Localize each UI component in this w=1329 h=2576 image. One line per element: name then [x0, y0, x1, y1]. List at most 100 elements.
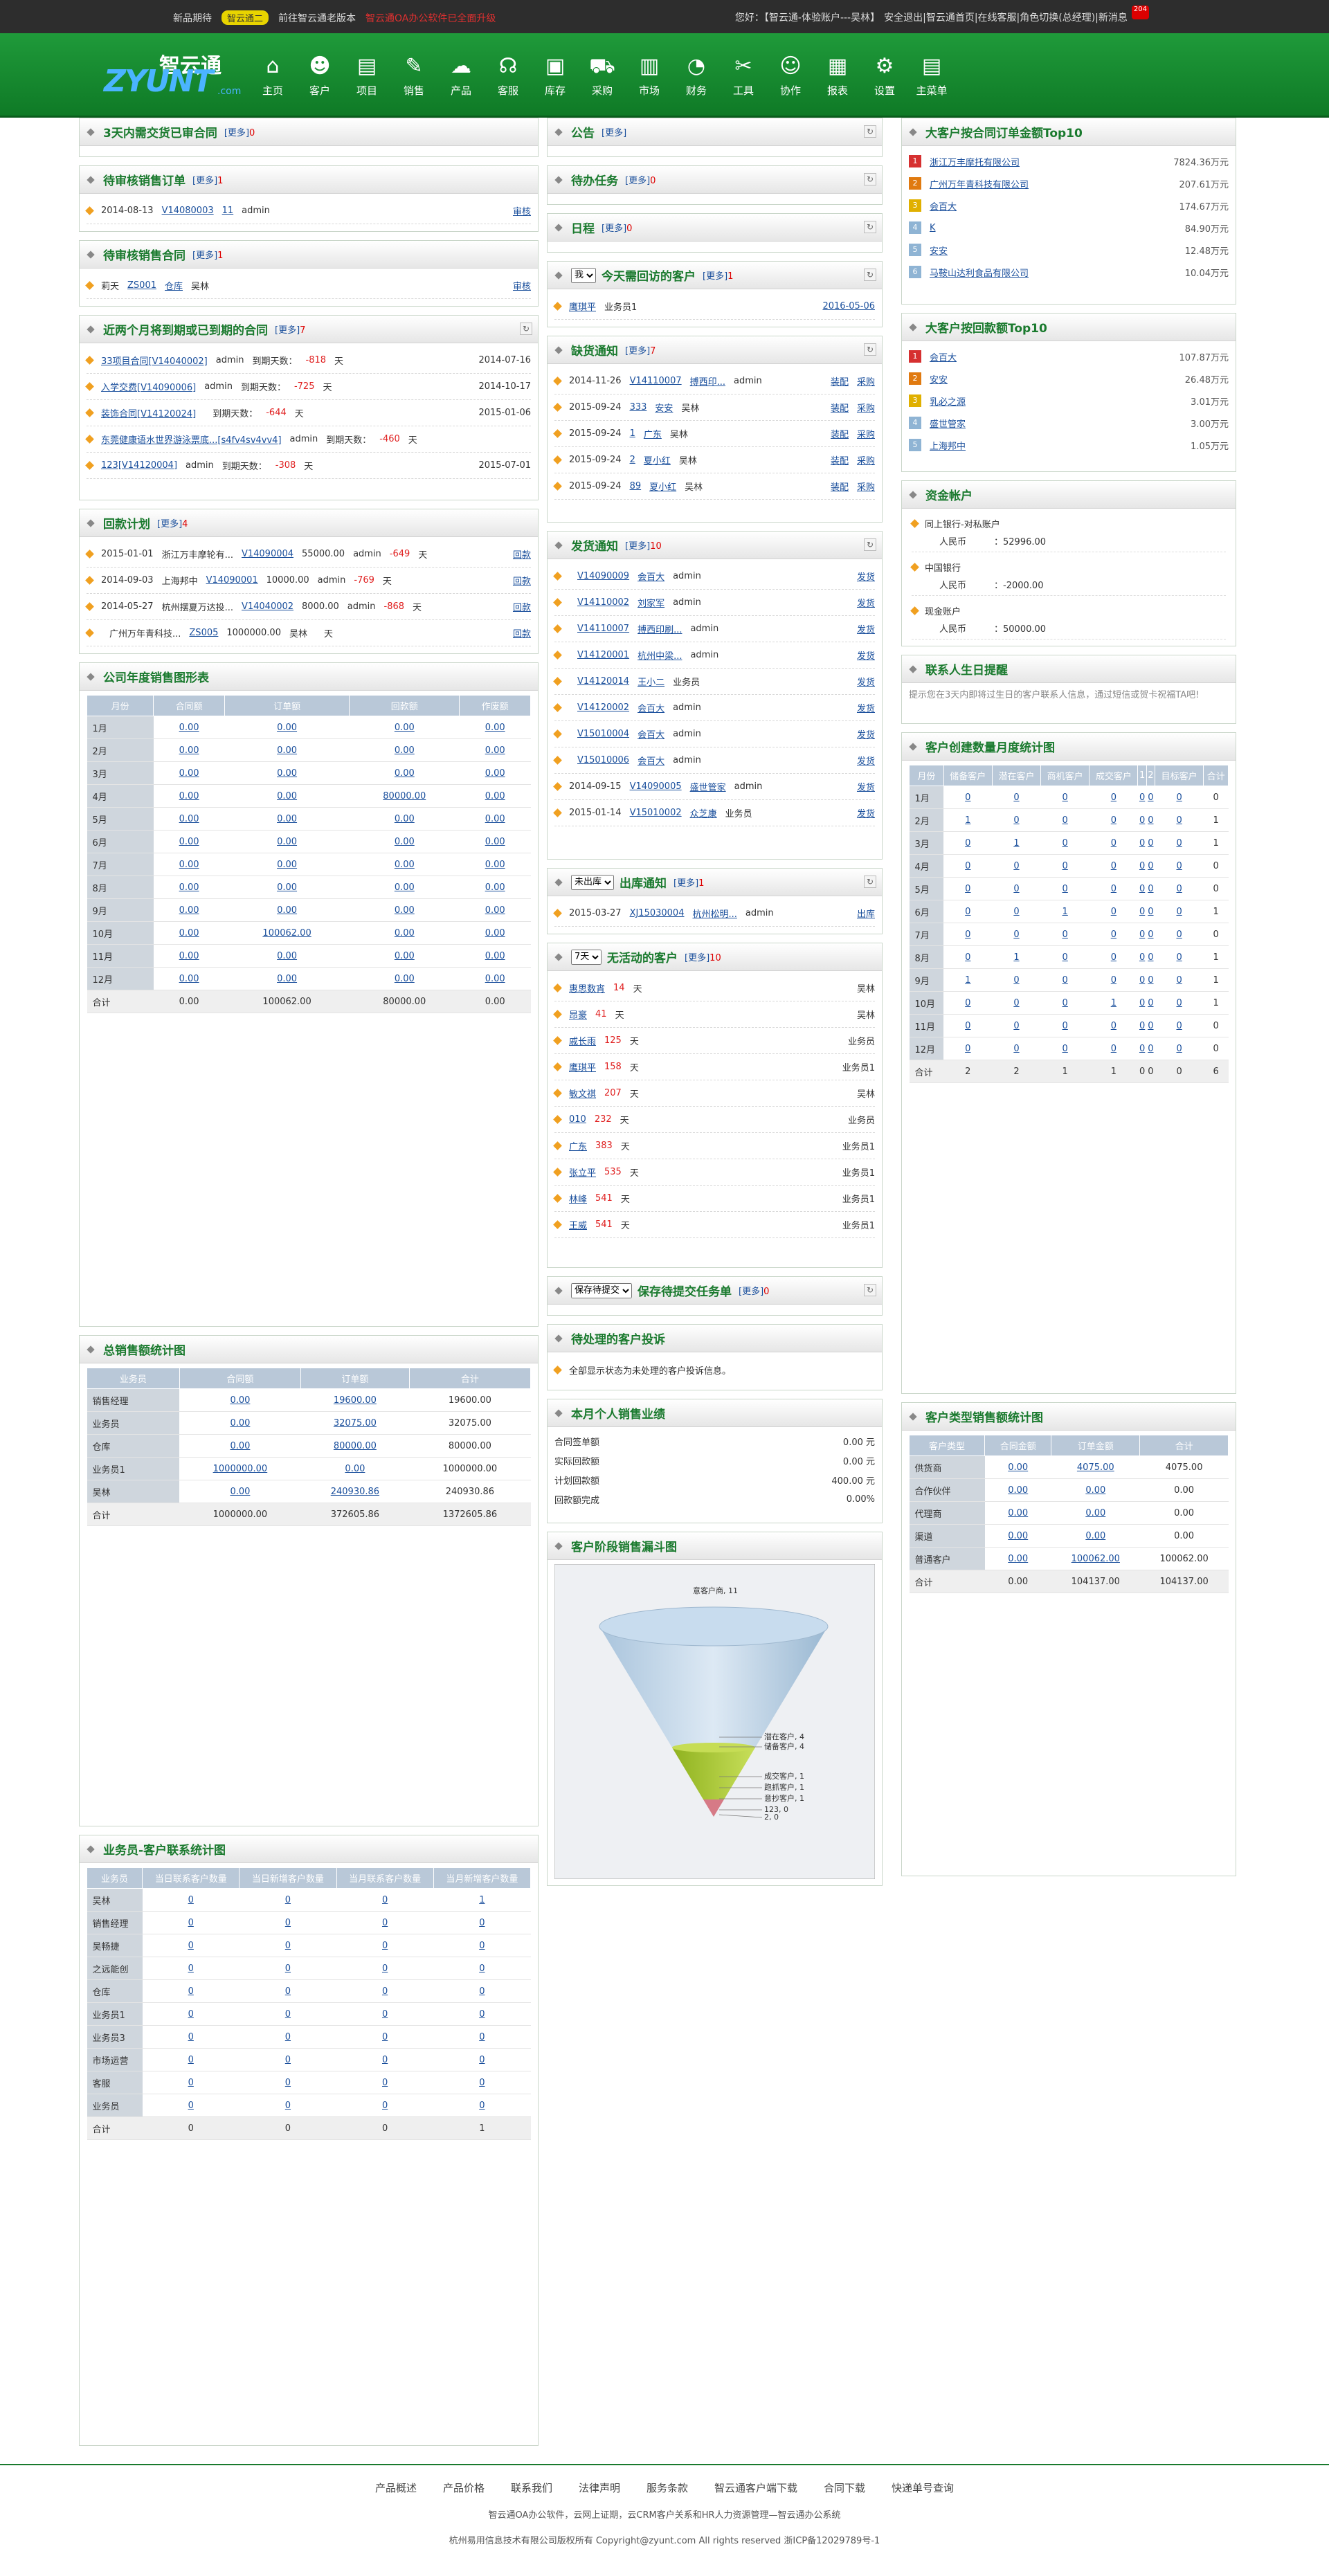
- payment-link[interactable]: 回款: [513, 600, 531, 613]
- cell-link[interactable]: 0.00: [277, 951, 297, 961]
- nav-item[interactable]: ▤ 项目: [343, 33, 390, 118]
- cell-link[interactable]: 0: [479, 1963, 485, 1974]
- cell-link[interactable]: 0: [285, 2032, 291, 2042]
- nav-item[interactable]: ▥ 市场: [626, 33, 673, 118]
- cell-link[interactable]: 0: [382, 2078, 388, 2088]
- product-link[interactable]: 广东: [644, 427, 662, 440]
- audit-link[interactable]: 审核: [513, 204, 531, 217]
- cell-link[interactable]: 1: [1111, 998, 1116, 1008]
- cell-link[interactable]: 0: [1139, 929, 1145, 940]
- cell-link[interactable]: 0: [1148, 975, 1153, 986]
- ship-link[interactable]: 发货: [857, 727, 875, 741]
- cell-link[interactable]: 0.00: [345, 1464, 365, 1474]
- cell-link[interactable]: 0: [1111, 975, 1116, 986]
- cell-link[interactable]: 0.00: [395, 951, 415, 961]
- cell-link[interactable]: 0.00: [277, 723, 297, 733]
- cell-link[interactable]: 0: [1013, 998, 1019, 1008]
- customer-link[interactable]: 广东: [569, 1139, 587, 1152]
- cell-link[interactable]: 0: [1063, 861, 1068, 871]
- cell-link[interactable]: 0: [1013, 792, 1019, 803]
- cell-link[interactable]: 0.00: [395, 860, 415, 870]
- cell-link[interactable]: 0: [1063, 884, 1068, 894]
- cell-link[interactable]: 0: [479, 1941, 485, 1951]
- product-link[interactable]: 搏西印...: [690, 374, 725, 388]
- cell-link[interactable]: 0: [1139, 1044, 1145, 1054]
- customer-link[interactable]: 上海邦中: [930, 439, 1151, 452]
- payment-link[interactable]: 回款: [513, 574, 531, 587]
- cell-link[interactable]: 0: [479, 2009, 485, 2020]
- cell-link[interactable]: 0.00: [485, 928, 505, 938]
- cell-link[interactable]: 0: [1148, 861, 1153, 871]
- purchase-link[interactable]: 采购: [857, 480, 875, 493]
- payment-link[interactable]: 回款: [513, 547, 531, 561]
- nav-item[interactable]: ▤ 主菜单: [908, 33, 955, 118]
- cell-link[interactable]: 0.00: [1008, 1554, 1028, 1564]
- cell-link[interactable]: 0: [188, 1895, 194, 1905]
- more-link[interactable]: [更多]1: [703, 269, 733, 282]
- cell-link[interactable]: 1: [1013, 952, 1019, 963]
- ship-link[interactable]: 发货: [857, 648, 875, 662]
- cell-link[interactable]: 0: [965, 1044, 970, 1054]
- cell-link[interactable]: 0.00: [277, 882, 297, 893]
- order-link[interactable]: 2: [630, 455, 635, 465]
- cell-link[interactable]: 0: [1176, 815, 1182, 826]
- footer-link[interactable]: 快递单号查询: [892, 2480, 954, 2495]
- more-link[interactable]: [更多]10: [625, 538, 662, 552]
- cell-link[interactable]: 0: [382, 1963, 388, 1974]
- ship-link[interactable]: 发货: [857, 780, 875, 793]
- cell-link[interactable]: 0: [1176, 929, 1182, 940]
- cell-link[interactable]: 100062.00: [262, 928, 311, 938]
- cell-link[interactable]: 0: [1013, 975, 1019, 986]
- nav-item[interactable]: ☁ 产品: [437, 33, 485, 118]
- saved-status-select[interactable]: 保存待提交: [571, 1282, 632, 1298]
- purchase-link[interactable]: 采购: [857, 401, 875, 414]
- cell-link[interactable]: 0.00: [277, 791, 297, 801]
- cell-link[interactable]: 100062.00: [1072, 1554, 1120, 1564]
- order-link[interactable]: ZS005: [189, 628, 218, 638]
- assemble-link[interactable]: 装配: [831, 374, 849, 388]
- cell-link[interactable]: 0: [1063, 929, 1068, 940]
- cell-link[interactable]: 0: [1148, 1021, 1153, 1031]
- cell-link[interactable]: 0: [1111, 952, 1116, 963]
- customer-link[interactable]: 会百大: [638, 570, 664, 583]
- cell-link[interactable]: 0: [1139, 815, 1145, 826]
- cell-link[interactable]: 0: [1148, 838, 1153, 849]
- cell-link[interactable]: 0.00: [485, 814, 505, 824]
- customer-link[interactable]: 盛世管家: [930, 417, 1151, 430]
- cell-link[interactable]: 0: [1111, 1044, 1116, 1054]
- cell-link[interactable]: 0: [1148, 884, 1153, 894]
- ship-link[interactable]: 发货: [857, 675, 875, 688]
- order-link[interactable]: V14040002: [242, 601, 293, 612]
- cell-link[interactable]: 0: [188, 1941, 194, 1951]
- cell-link[interactable]: 0: [1111, 861, 1116, 871]
- purchase-link[interactable]: 采购: [857, 453, 875, 466]
- cell-link[interactable]: 0.00: [395, 928, 415, 938]
- more-link[interactable]: [更多]: [602, 125, 626, 138]
- customer-link[interactable]: 杭州中梁...: [638, 648, 682, 662]
- cell-link[interactable]: 1: [1013, 838, 1019, 849]
- cell-link[interactable]: 0: [1139, 952, 1145, 963]
- cell-link[interactable]: 0: [479, 1918, 485, 1928]
- footer-link[interactable]: 法律声明: [579, 2480, 620, 2495]
- more-link[interactable]: [更多]0: [602, 221, 632, 234]
- assemble-link[interactable]: 装配: [831, 401, 849, 414]
- cell-link[interactable]: 0: [1111, 907, 1116, 917]
- cell-link[interactable]: 0: [965, 884, 970, 894]
- cell-link[interactable]: 0: [285, 2101, 291, 2111]
- ship-link[interactable]: 发货: [857, 806, 875, 819]
- cell-link[interactable]: 0.00: [277, 745, 297, 756]
- customer-link[interactable]: 敏文祺: [569, 1087, 596, 1100]
- cell-link[interactable]: 0: [1111, 838, 1116, 849]
- more-link[interactable]: [更多]7: [625, 343, 656, 356]
- customer-link[interactable]: 搏西印刷...: [638, 622, 682, 635]
- order-link[interactable]: V15010004: [577, 729, 629, 739]
- cell-link[interactable]: 0: [285, 1963, 291, 1974]
- cell-link[interactable]: 0: [382, 2032, 388, 2042]
- audit-link[interactable]: 审核: [513, 279, 531, 292]
- cell-link[interactable]: 0.00: [395, 723, 415, 733]
- order-link[interactable]: 1: [630, 428, 635, 439]
- cell-link[interactable]: 0: [1148, 815, 1153, 826]
- customer-link[interactable]: 鹰琪平: [569, 1060, 596, 1073]
- cell-link[interactable]: 0: [1148, 1044, 1153, 1054]
- order-link[interactable]: 333: [630, 402, 647, 412]
